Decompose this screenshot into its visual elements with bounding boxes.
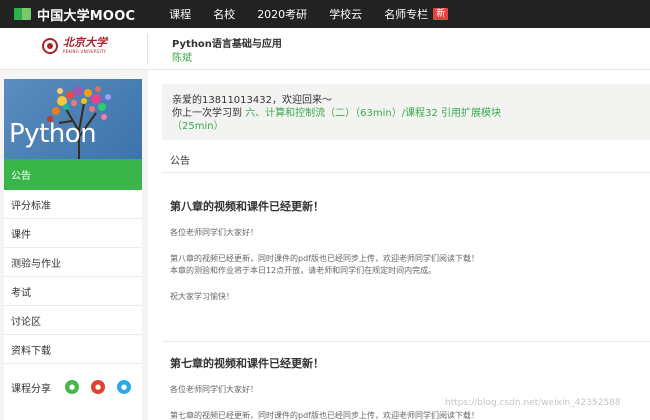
section-title: 公告 xyxy=(170,156,190,167)
school-name-en: PEKING UNIVERSITY xyxy=(63,49,107,54)
top-navigation-bar: 中国大学MOOC 课程 名校 2020考研 学校云 名师专栏 新 xyxy=(0,0,650,28)
nav-link-kaoyan[interactable]: 2020考研 xyxy=(257,6,307,22)
course-teacher-link[interactable]: 陈斌 xyxy=(172,49,192,64)
nav-link-famous-teachers-label: 名师专栏 xyxy=(384,8,429,21)
nav-links: 课程 名校 2020考研 学校云 名师专栏 新 xyxy=(169,6,470,22)
section-divider xyxy=(162,172,650,173)
wechat-icon[interactable]: ● xyxy=(65,380,79,394)
welcome-box: 亲爱的13811013432，欢迎回来～ 你上一次学习到 六、计算和控制流（二）… xyxy=(162,84,650,140)
mooc-logo[interactable]: 中国大学MOOC xyxy=(14,5,135,24)
header-divider xyxy=(147,34,148,64)
announcement-text: 第七章的视频已经更新，同时课件的pdf版也已经同步上传，欢迎老师同学们阅读下载！ xyxy=(170,411,479,420)
announcement-divider xyxy=(162,341,650,342)
announcement-text: 各位老师同学们大家好！ xyxy=(170,228,258,237)
announcement-text: 祝大家学习愉快！ xyxy=(170,292,234,301)
sidebar-item-quizzes[interactable]: 测验与作业 xyxy=(4,248,142,277)
school-name-cn: 北京大学 xyxy=(63,36,107,49)
watermark: https://blog.csdn.net/weixin_42352588 xyxy=(445,398,621,408)
last-study-link[interactable]: 六、计算和控制流（二）（63min）/课程32 引用扩展模块 xyxy=(245,108,501,119)
nav-link-famous-teachers[interactable]: 名师专栏 新 xyxy=(384,6,449,22)
announcement-text: 本章的测验和作业将于本日12点开放，请老师和同学们在规定时间内完成。 xyxy=(170,266,437,275)
course-cover-image: Python xyxy=(4,79,142,159)
mooc-logo-icon xyxy=(14,6,32,22)
logo-text: 中国大学MOOC xyxy=(37,8,136,24)
announcement-title: 第八章的视频和课件已经更新！ xyxy=(170,200,324,213)
announcement-text: 第八章的视频已经更新，同时课件的pdf版也已经同步上传，欢迎老师同学们阅读下载！ xyxy=(170,254,479,263)
sidebar-item-exams[interactable]: 考试 xyxy=(4,277,142,306)
course-header: 北京大学 PEKING UNIVERSITY Python语言基础与应用 陈斌 xyxy=(0,28,650,70)
new-badge: 新 xyxy=(433,8,449,20)
school-logo[interactable]: 北京大学 PEKING UNIVERSITY xyxy=(42,37,107,54)
share-label: 课程分享 xyxy=(11,383,51,395)
school-seal-icon xyxy=(42,37,58,54)
course-sidebar: Python 公告 评分标准 课件 测验与作业 考试 讨论区 资料下载 课程分享… xyxy=(4,79,142,420)
welcome-greeting: 亲爱的13811013432，欢迎回来～ xyxy=(172,95,332,106)
sidebar-item-courseware[interactable]: 课件 xyxy=(4,219,142,248)
course-title[interactable]: Python语言基础与应用 xyxy=(172,35,282,50)
nav-link-school-cloud[interactable]: 学校云 xyxy=(329,6,362,22)
qq-icon[interactable]: ● xyxy=(117,380,131,394)
sidebar-item-downloads[interactable]: 资料下载 xyxy=(4,335,142,364)
nav-link-schools[interactable]: 名校 xyxy=(213,6,235,22)
announcement-text: 各位老师同学们大家好！ xyxy=(170,385,258,394)
course-share: 课程分享 ● ● ● xyxy=(4,372,142,402)
main-content: 亲爱的13811013432，欢迎回来～ 你上一次学习到 六、计算和控制流（二）… xyxy=(148,70,650,420)
sidebar-item-discussion[interactable]: 讨论区 xyxy=(4,306,142,335)
sidebar-item-grading[interactable]: 评分标准 xyxy=(4,190,142,219)
last-study-duration[interactable]: （25min） xyxy=(172,120,650,133)
sidebar-item-announcements[interactable]: 公告 xyxy=(4,159,142,190)
weibo-icon[interactable]: ● xyxy=(91,380,105,394)
last-study-prefix: 你上一次学习到 xyxy=(172,108,246,119)
nav-link-courses[interactable]: 课程 xyxy=(169,6,191,22)
cover-python-text: Python xyxy=(9,119,97,149)
announcement-title: 第七章的视频和课件已经更新！ xyxy=(170,357,324,370)
